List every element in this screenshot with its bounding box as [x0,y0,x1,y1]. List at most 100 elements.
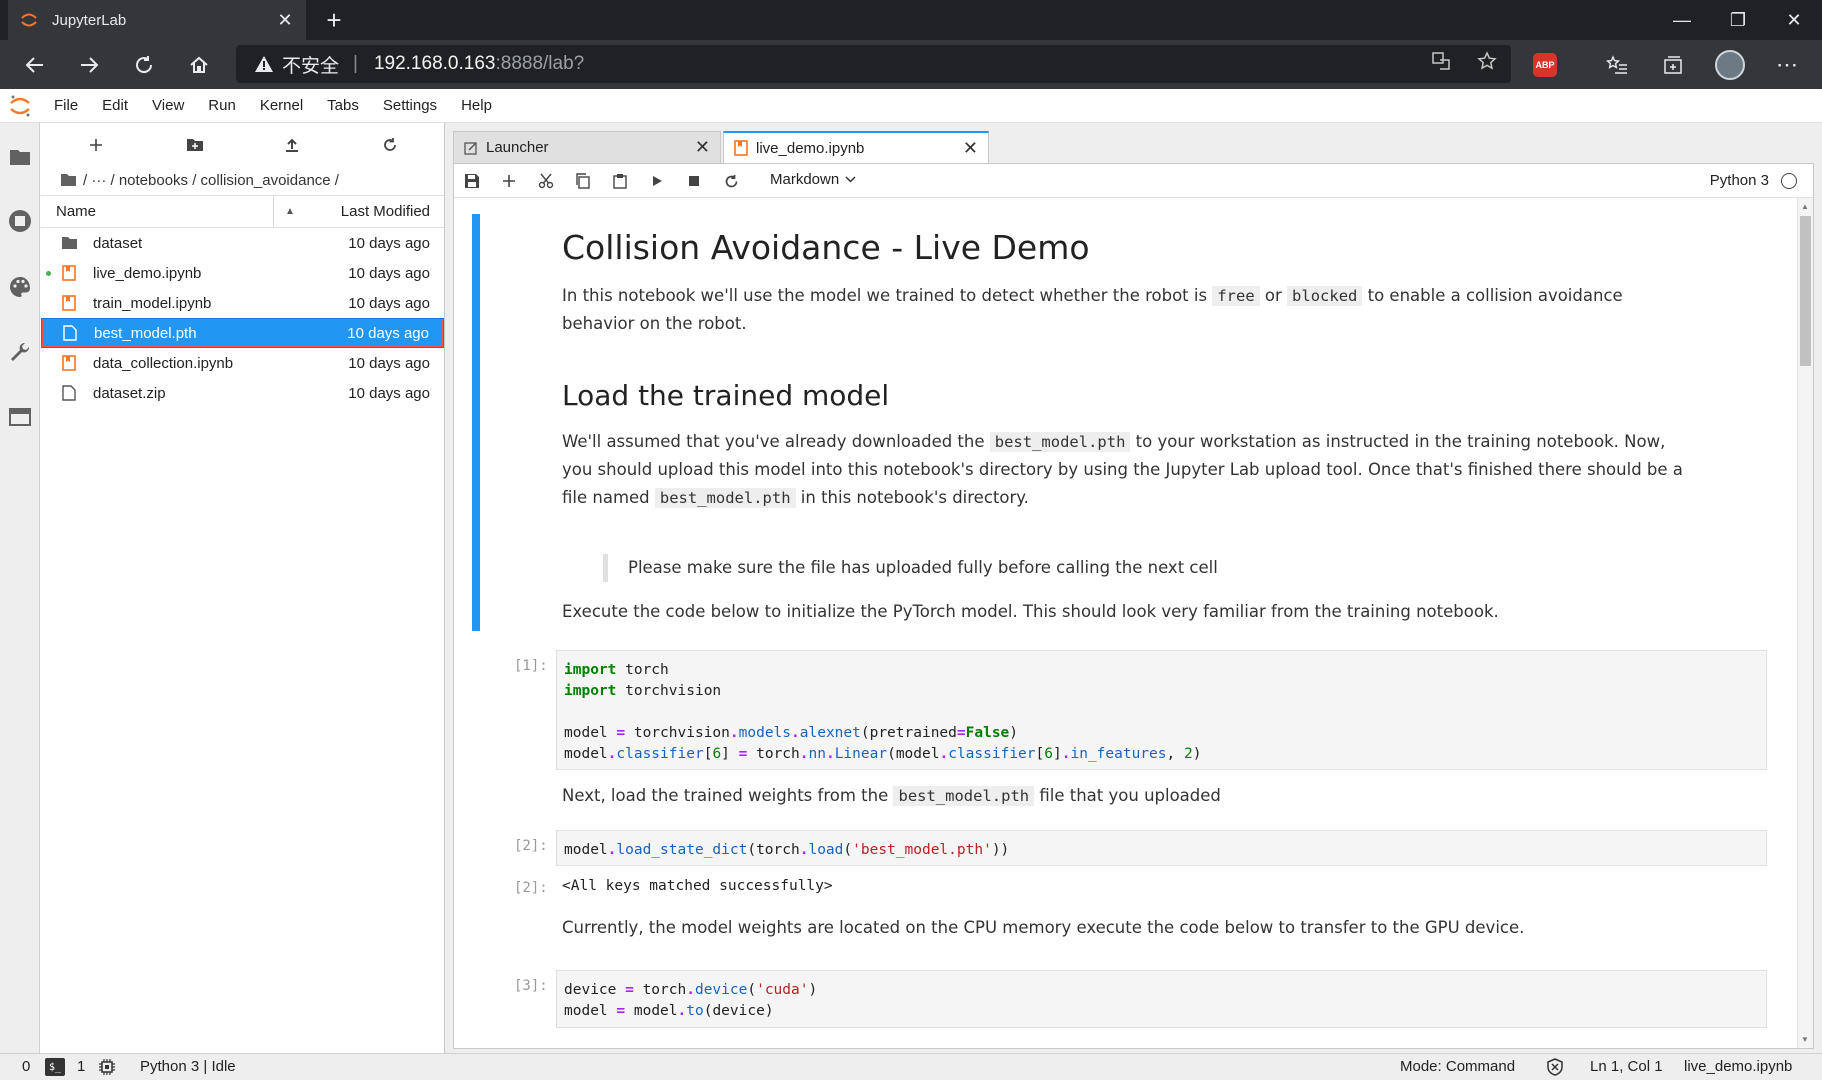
notebook-icon [734,140,748,156]
file-name: dataset.zip [93,384,166,402]
notebook-mode[interactable]: Mode: Command [1400,1058,1515,1075]
adblock-plus-icon[interactable]: ABP [1528,48,1562,82]
file-row[interactable]: data_collection.ipynb 10 days ago [41,348,444,378]
root-folder-icon[interactable] [60,173,77,187]
menu-kernel[interactable]: Kernel [248,97,315,114]
restart-kernel-icon[interactable] [719,169,743,193]
interrupt-kernel-icon[interactable] [682,169,706,193]
column-modified-header[interactable]: Last Modified [306,203,444,220]
running-sessions-icon[interactable] [6,207,34,235]
main-dock-area: Launcher ✕ live_demo.ipynb ✕ Markdown Py… [445,123,1822,1053]
cell-type-dropdown[interactable]: Markdown [770,171,856,188]
output-prompt-2: [2]: [514,880,548,896]
jupyter-menubar: File Edit View Run Kernel Tabs Settings … [0,89,1822,123]
palette-icon[interactable] [6,273,34,301]
favorite-star-icon[interactable] [1474,48,1500,74]
wrench-icon[interactable] [6,339,34,367]
upload-icon[interactable] [279,132,305,158]
kernel-chip-icon[interactable] [98,1058,116,1076]
gpu-transfer-paragraph: Currently, the model weights are located… [562,918,1525,937]
code-cell-3[interactable]: device = torch.device('cuda') model = mo… [556,970,1767,1028]
file-name: live_demo.ipynb [93,264,202,282]
browser-tab-close-icon[interactable]: ✕ [276,10,294,31]
file-name: dataset [93,234,143,252]
notebook-scrollbar[interactable]: ▲ ▼ [1797,198,1813,1048]
file-row[interactable]: dataset 10 days ago [41,228,444,258]
file-modified: 10 days ago [348,234,430,252]
blockquote: Please make sure the file has uploaded f… [603,554,1603,582]
menu-help[interactable]: Help [449,97,504,114]
close-window-button[interactable]: ✕ [1766,0,1822,40]
menu-run[interactable]: Run [196,97,248,114]
menu-view[interactable]: View [140,97,196,114]
menu-settings[interactable]: Settings [371,97,449,114]
new-launcher-plus-icon[interactable] [83,132,109,158]
security-label[interactable]: 不安全 [282,51,339,78]
file-modified: 10 days ago [347,324,429,342]
file-browser-folder-icon[interactable] [6,143,34,171]
profile-avatar-icon[interactable] [1713,48,1747,82]
tab-launcher-close-icon[interactable]: ✕ [695,137,710,158]
new-folder-icon[interactable] [182,132,208,158]
intro-paragraph: In this notebook we'll use the model we … [562,286,1623,333]
file-row[interactable]: train_model.ipynb 10 days ago [41,288,444,318]
tabs-window-icon[interactable] [6,403,34,431]
address-bar[interactable]: 不安全 | 192.168.0.163 :8888/lab? [236,45,1511,83]
notebook-content[interactable]: Collision Avoidance - Live Demo In this … [454,198,1799,1048]
notebook-title: Collision Avoidance - Live Demo [562,228,1090,267]
new-tab-button[interactable]: + [318,4,350,36]
menu-file[interactable]: File [42,97,90,114]
save-icon[interactable] [460,169,484,193]
scroll-up-arrow-icon[interactable]: ▲ [1801,202,1809,211]
cursor-position[interactable]: Ln 1, Col 1 [1590,1058,1663,1075]
sort-ascending-icon[interactable]: ▲ [274,206,306,217]
file-row[interactable]: best_model.pth 10 days ago [41,318,444,348]
insert-cell-plus-icon[interactable] [497,169,521,193]
tab-launcher[interactable]: Launcher ✕ [453,131,721,163]
kernel-name[interactable]: Python 3 [1710,172,1769,189]
file-row[interactable]: live_demo.ipynb 10 days ago [41,258,444,288]
scrollbar-thumb[interactable] [1800,216,1811,366]
menu-tabs[interactable]: Tabs [315,97,371,114]
url-host: 192.168.0.163 [373,53,496,74]
notebook-panel: Markdown Python 3 Collision Avoidance - … [453,163,1814,1049]
browser-tab[interactable]: JupyterLab ✕ [8,0,306,40]
run-cell-icon[interactable] [645,169,669,193]
notebook-icon [59,355,79,371]
tab-live-demo[interactable]: live_demo.ipynb ✕ [723,131,989,163]
file-row[interactable]: dataset.zip 10 days ago [41,378,444,408]
reload-icon[interactable] [127,48,161,82]
home-icon[interactable] [182,48,216,82]
collections-icon[interactable] [1656,48,1690,82]
column-name-header[interactable]: Name [41,195,274,228]
menu-edit[interactable]: Edit [90,97,140,114]
terminal-icon[interactable]: $_ [45,1058,65,1076]
kernel-status-text[interactable]: Python 3 | Idle [140,1058,236,1075]
more-menu-icon[interactable]: ⋯ [1770,48,1804,82]
paste-icon[interactable] [608,169,632,193]
restore-button[interactable]: ❐ [1710,0,1766,40]
translate-icon[interactable] [1428,48,1454,74]
tab-launcher-label: Launcher [486,139,549,156]
document-tab-bar: Launcher ✕ live_demo.ipynb ✕ [453,131,991,163]
refresh-icon[interactable] [377,132,403,158]
code-cell-1[interactable]: import torch import torchvision model = … [556,650,1767,770]
tab-live-demo-close-icon[interactable]: ✕ [963,138,978,159]
favorites-list-icon[interactable] [1600,48,1634,82]
trusted-shield-icon[interactable] [1546,1058,1564,1076]
cut-icon[interactable] [534,169,558,193]
code-cell-2[interactable]: model.load_state_dict(torch.load('best_m… [556,830,1767,866]
warning-icon[interactable] [254,55,274,73]
kernel-count[interactable]: 1 [77,1058,85,1075]
input-prompt-2: [2]: [514,838,548,854]
browser-tab-title: JupyterLab [52,11,127,29]
forward-icon[interactable] [72,48,106,82]
copy-icon[interactable] [571,169,595,193]
breadcrumb-path[interactable]: / ··· / notebooks / collision_avoidance … [83,172,339,189]
notebook-icon [59,295,79,311]
minimize-button[interactable]: — [1654,0,1710,40]
back-icon[interactable] [18,48,52,82]
terminal-count[interactable]: 0 [22,1058,30,1075]
scroll-down-arrow-icon[interactable]: ▼ [1801,1035,1809,1044]
cell-2-output: <All keys matched successfully> [562,878,833,894]
